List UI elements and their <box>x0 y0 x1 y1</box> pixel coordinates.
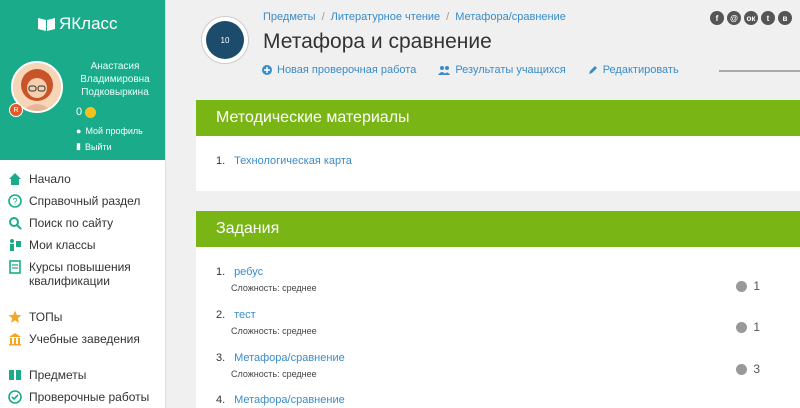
classes-icon <box>10 239 21 251</box>
vk-icon[interactable]: в <box>778 11 792 25</box>
task-score: 3 <box>736 362 760 376</box>
user-icon: ● <box>76 126 82 136</box>
material-link[interactable]: Технологическая карта <box>234 155 352 167</box>
question-icon: ? <box>8 194 22 208</box>
sidebar-item-classes[interactable]: Мои классы <box>0 238 165 252</box>
breadcrumb-subjects[interactable]: Предметы <box>263 11 316 23</box>
task-item: 1. ребус Сложность: среднее <box>216 266 317 293</box>
brand-logo[interactable]: ЯКласс <box>0 0 165 48</box>
materials-card: Методические материалы 1. Технологическа… <box>196 100 800 191</box>
task-item: 2. тест Сложность: среднее <box>216 309 317 336</box>
results-button[interactable]: Результаты учащихся <box>438 64 566 76</box>
task-difficulty: Сложность: среднее <box>231 369 317 379</box>
my-profile-link[interactable]: ● Мой профиль <box>76 126 143 136</box>
task-score: 1 <box>736 279 760 293</box>
sidebar-item-home[interactable]: Начало <box>0 172 165 186</box>
search-icon <box>9 217 22 230</box>
coin-icon <box>85 106 97 118</box>
svg-text:?: ? <box>12 197 17 207</box>
edit-button[interactable]: Редактировать <box>588 64 679 76</box>
task-item: 3. Метафора/сравнение Сложность: среднее <box>216 352 345 379</box>
task-link[interactable]: ребус <box>234 266 263 278</box>
list-item: 1. Технологическая карта <box>216 155 352 167</box>
mail-icon[interactable]: @ <box>727 11 741 25</box>
points: 0 <box>76 106 97 118</box>
new-test-button[interactable]: Новая проверочная работа <box>262 64 416 76</box>
school-icon <box>9 333 21 346</box>
sidebar: ЯКласс R Анастасия Владимировна Подковыр… <box>0 0 166 408</box>
sidebar-item-search[interactable]: Поиск по сайту <box>0 216 165 230</box>
task-item: 4. Метафора/сравнение <box>216 394 345 406</box>
plus-circle-icon <box>262 65 272 75</box>
task-link[interactable]: Метафора/сравнение <box>234 394 345 406</box>
action-bar: Новая проверочная работа Результаты учащ… <box>262 64 679 76</box>
books-icon <box>9 370 21 380</box>
users-icon <box>438 66 451 75</box>
tasks-header: Задания <box>196 211 800 247</box>
odnoklassniki-icon[interactable]: ок <box>744 11 758 25</box>
book-cover-icon: 10 <box>206 21 244 59</box>
sidebar-item-courses[interactable]: Курсы повышения квалификации <box>0 260 165 288</box>
facebook-icon[interactable]: f <box>710 11 724 25</box>
sidebar-item-subjects[interactable]: Предметы <box>0 368 165 382</box>
materials-header: Методические материалы <box>196 100 800 136</box>
sidebar-item-tests[interactable]: Проверочные работы <box>0 390 165 404</box>
level-badge: R <box>9 103 23 117</box>
check-circle-icon <box>8 390 22 404</box>
topic-icon: 10 <box>201 16 249 64</box>
book-icon <box>38 18 55 31</box>
task-link[interactable]: Метафора/сравнение <box>234 352 345 364</box>
twitter-icon[interactable]: t <box>761 11 775 25</box>
points-value: 0 <box>76 106 83 118</box>
task-difficulty: Сложность: среднее <box>231 326 317 336</box>
sidebar-item-reference[interactable]: ? Справочный раздел <box>0 194 165 208</box>
score-icon <box>736 321 748 333</box>
logout-link[interactable]: ▮ Выйти <box>76 141 112 152</box>
pencil-icon <box>588 66 597 74</box>
page-title: Метафора и сравнение <box>263 30 492 53</box>
sidebar-nav: Начало ? Справочный раздел Поиск по сайт… <box>0 160 165 404</box>
user-name: Анастасия Владимировна Подковыркина <box>80 61 150 98</box>
sidebar-item-tops[interactable]: ТОПы <box>0 310 165 324</box>
tasks-card: Задания 1. ребус Сложность: среднее 1 2.… <box>196 211 800 408</box>
main-content: 10 Предметы / Литературное чтение / Мета… <box>166 0 800 408</box>
social-links: f @ ок t в <box>710 11 792 25</box>
breadcrumb-literature[interactable]: Литературное чтение <box>331 11 441 23</box>
profile-panel: R Анастасия Владимировна Подковыркина 0 … <box>0 48 165 160</box>
sidebar-item-schools[interactable]: Учебные заведения <box>0 332 165 346</box>
home-icon <box>9 173 21 185</box>
score-icon <box>736 363 748 375</box>
breadcrumb-topic[interactable]: Метафора/сравнение <box>455 11 566 23</box>
task-score: 1 <box>736 320 760 334</box>
divider <box>719 70 800 72</box>
brand-name: ЯКласс <box>59 14 118 33</box>
breadcrumb: Предметы / Литературное чтение / Метафор… <box>263 11 566 23</box>
star-icon <box>8 310 22 323</box>
score-icon <box>736 280 748 292</box>
document-icon <box>9 260 21 274</box>
logout-icon: ▮ <box>76 141 81 151</box>
task-difficulty: Сложность: среднее <box>231 283 317 293</box>
task-link[interactable]: тест <box>234 309 256 321</box>
